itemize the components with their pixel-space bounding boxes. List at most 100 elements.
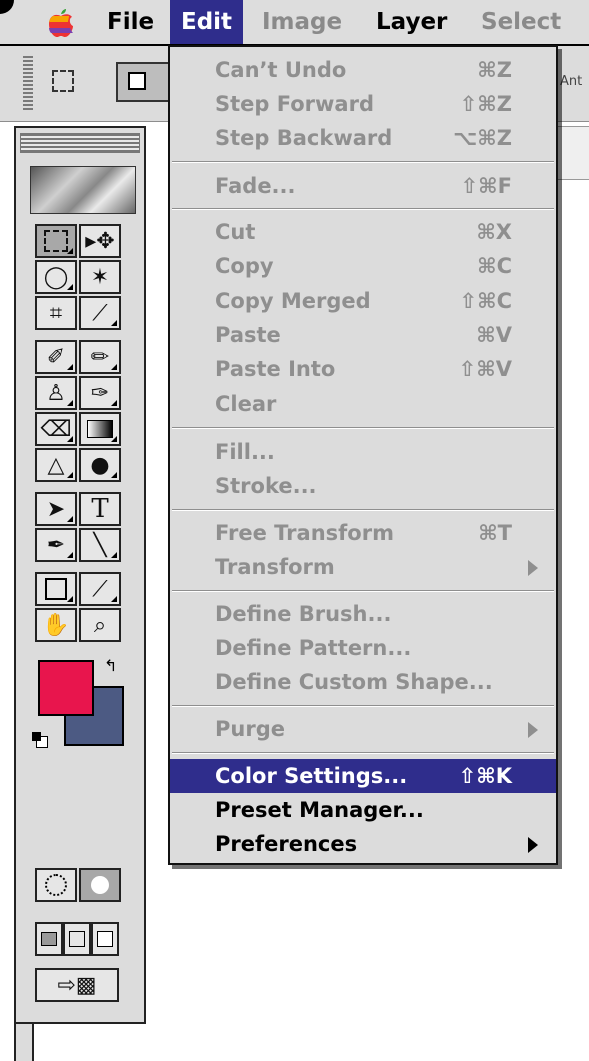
menu-item-shortcut: ⌘X [476, 220, 512, 244]
menu-select[interactable]: Select [470, 0, 572, 44]
pen-tool[interactable]: ✒ [35, 528, 77, 562]
menu-item-label: Copy [215, 254, 274, 278]
menu-item-define-brush[interactable]: Define Brush... [170, 597, 556, 631]
crop-icon: ⌗ [49, 300, 63, 326]
menu-item-fade[interactable]: Fade... ⇧⌘F [170, 169, 556, 203]
standard-screen-mode-button[interactable] [35, 922, 63, 956]
toolbox: ▸✥ ◯ ✶ ⌗ ⟋ ✐ ✏ ♙ ✑ ⌫ △ ● ➤ T ✒ ╲ ⟋ ✋ ⌕ ↰… [14, 126, 146, 1024]
menu-item-cut[interactable]: Cut ⌘X [170, 215, 556, 249]
menu-item-step-backward[interactable]: Step Backward ⌥⌘Z [170, 121, 556, 155]
submenu-arrow-icon [528, 837, 538, 853]
full-screen-mode-button[interactable] [91, 922, 119, 956]
type-tool[interactable]: T [79, 492, 121, 526]
menu-edit[interactable]: Edit [170, 0, 244, 44]
gradient-tool[interactable] [79, 412, 121, 446]
history-brush-icon: ✑ [90, 380, 110, 406]
menu-item-stroke[interactable]: Stroke... [170, 469, 556, 503]
submenu-arrow-icon [528, 722, 538, 738]
toolbox-titlebar[interactable] [20, 133, 140, 153]
menu-item-purge[interactable]: Purge [170, 712, 556, 746]
menu-item-free-transform[interactable]: Free Transform ⌘T [170, 516, 556, 550]
dodge-tool[interactable]: ● [79, 448, 121, 482]
menu-item-label: Step Forward [215, 92, 374, 116]
menu-item-clear[interactable]: Clear [170, 387, 556, 421]
quick-mask-mode-button[interactable] [79, 868, 121, 902]
menu-item-fill[interactable]: Fill... [170, 435, 556, 469]
menu-item-label: Preset Manager... [215, 798, 424, 822]
lasso-tool[interactable]: ◯ [35, 260, 77, 294]
menu-item-label: Cut [215, 220, 256, 244]
marquee-preset-icon[interactable] [52, 70, 74, 92]
history-brush-tool[interactable]: ✑ [79, 376, 121, 410]
menu-item-label: Stroke... [215, 474, 317, 498]
menu-item-shortcut: ⌘T [478, 521, 512, 545]
menu-image[interactable]: Image [251, 0, 353, 44]
magic-wand-icon: ✶ [90, 264, 110, 290]
menu-item-preferences[interactable]: Preferences [170, 827, 556, 861]
hand-icon: ✋ [42, 612, 70, 638]
menu-item-preset-manager[interactable]: Preset Manager... [170, 793, 556, 827]
clone-stamp-icon: ♙ [46, 380, 66, 406]
menu-item-paste-into[interactable]: Paste Into ⇧⌘V [170, 352, 556, 386]
path-selection-tool[interactable]: ➤ [35, 492, 77, 526]
eyedropper-tool[interactable]: ⟋ [79, 572, 121, 606]
menu-layer[interactable]: Layer [365, 0, 458, 44]
slice-tool[interactable]: ⟋ [79, 296, 121, 330]
menu-item-label: Fill... [215, 440, 275, 464]
brush-tool[interactable]: ✏ [79, 340, 121, 374]
swap-colors-icon[interactable]: ↰ [104, 656, 117, 675]
type-icon: T [91, 494, 109, 524]
menu-separator [172, 752, 554, 754]
menu-item-define-custom-shape[interactable]: Define Custom Shape... [170, 665, 556, 699]
menu-item-shortcut: ⇧⌘Z [459, 92, 512, 116]
line-tool[interactable]: ╲ [79, 528, 121, 562]
menu-item-label: Copy Merged [215, 289, 371, 313]
menu-item-label: Paste Into [215, 357, 336, 381]
move-tool[interactable]: ▸✥ [79, 224, 121, 258]
magic-wand-tool[interactable]: ✶ [79, 260, 121, 294]
apple-icon[interactable] [47, 8, 75, 38]
clone-stamp-tool[interactable]: ♙ [35, 376, 77, 410]
selection-mode-button[interactable] [116, 62, 170, 102]
menu-item-label: Purge [215, 717, 285, 741]
screen-corner [0, 0, 14, 14]
standard-mode-button[interactable] [35, 868, 77, 902]
menu-item-step-forward[interactable]: Step Forward ⇧⌘Z [170, 87, 556, 121]
menu-item-copy[interactable]: Copy ⌘C [170, 249, 556, 283]
healing-brush-icon: ✐ [46, 344, 66, 370]
eraser-tool[interactable]: ⌫ [35, 412, 77, 446]
menu-separator [172, 208, 554, 210]
blur-tool[interactable]: △ [35, 448, 77, 482]
hand-tool[interactable]: ✋ [35, 608, 77, 642]
full-screen-menu-mode-button[interactable] [63, 922, 91, 956]
options-bar-grip[interactable] [23, 56, 33, 112]
menu-item-color-settings[interactable]: Color Settings... ⇧⌘K [170, 759, 556, 793]
quick-mask-icon [91, 876, 109, 894]
rect-marquee-tool[interactable] [35, 224, 77, 258]
menu-item-label: Define Custom Shape... [215, 670, 493, 694]
notes-tool[interactable] [35, 572, 77, 606]
document-window-edge [556, 126, 589, 180]
menu-item-transform[interactable]: Transform [170, 550, 556, 584]
toolbox-logo[interactable] [30, 166, 136, 214]
menu-item-shortcut: ⌘C [477, 254, 512, 278]
menu-item-paste[interactable]: Paste ⌘V [170, 318, 556, 352]
foreground-color-swatch[interactable] [38, 660, 94, 716]
menu-separator [172, 590, 554, 592]
default-colors-icon[interactable] [32, 732, 48, 748]
menu-item-label: Color Settings... [215, 764, 408, 788]
menu-item-copy-merged[interactable]: Copy Merged ⇧⌘C [170, 284, 556, 318]
menu-separator [172, 705, 554, 707]
zoom-tool[interactable]: ⌕ [79, 608, 121, 642]
menu-item-cant-undo[interactable]: Can’t Undo ⌘Z [170, 53, 556, 87]
menu-item-label: Define Brush... [215, 602, 392, 626]
jump-to-imageready-button[interactable]: ⇨▩ [35, 968, 119, 1002]
marquee-icon [44, 230, 68, 252]
brush-icon: ✏ [90, 344, 110, 370]
menu-file[interactable]: File [96, 0, 165, 44]
anti-alias-label: Ant [560, 74, 583, 89]
crop-tool[interactable]: ⌗ [35, 296, 77, 330]
healing-brush-tool[interactable]: ✐ [35, 340, 77, 374]
pen-icon: ✒ [46, 532, 66, 558]
menu-item-define-pattern[interactable]: Define Pattern... [170, 631, 556, 665]
